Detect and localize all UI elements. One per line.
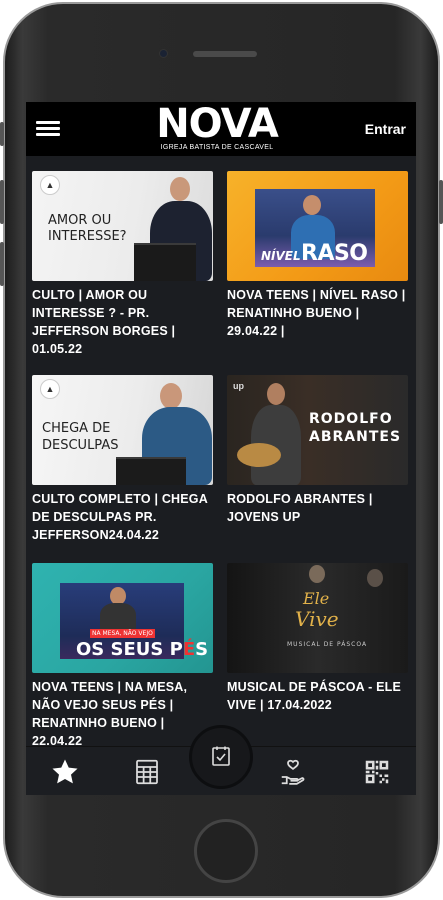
video-card[interactable]: NA MESA, NÃO VEJO OS SEUS PÉS NOVA TEENS… bbox=[32, 563, 213, 746]
thumbnail-text: AMOR OU INTERESSE? bbox=[48, 213, 127, 244]
pulpit bbox=[116, 457, 186, 485]
video-thumbnail: NA MESA, NÃO VEJO OS SEUS PÉS bbox=[32, 563, 213, 673]
pulpit bbox=[134, 243, 196, 281]
ministry-logo-icon: up bbox=[233, 381, 244, 391]
video-thumbnail: NÍVEL RASO bbox=[227, 171, 408, 281]
speaker-head bbox=[170, 177, 190, 201]
thumbnail-text-small: NÍVEL bbox=[261, 249, 301, 263]
checklist-button[interactable] bbox=[189, 725, 253, 789]
star-icon[interactable] bbox=[50, 757, 80, 787]
video-card[interactable]: up RODOLFO ABRANTES RODOLFO ABRANTES | J… bbox=[227, 375, 408, 526]
church-logo[interactable]: NOVA IGREJA BATISTA DE CASCAVEL bbox=[152, 104, 282, 154]
app-screen: NOVA IGREJA BATISTA DE CASCAVEL Entrar ▲… bbox=[26, 102, 416, 795]
singer-head bbox=[309, 565, 325, 583]
video-card[interactable]: ▲ CHEGA DE DESCULPAS CULTO COMPLETO | CH… bbox=[32, 375, 213, 544]
video-thumbnail: ▲ AMOR OU INTERESSE? bbox=[32, 171, 213, 281]
video-title: RODOLFO ABRANTES | JOVENS UP bbox=[227, 492, 373, 524]
earpiece-speaker bbox=[193, 51, 257, 57]
thumbnail-text-part: OS SEUS P bbox=[76, 639, 183, 660]
church-badge-icon: ▲ bbox=[40, 175, 60, 195]
singer-head bbox=[367, 569, 383, 587]
logo-subtitle: IGREJA BATISTA DE CASCAVEL bbox=[160, 144, 274, 151]
bottom-navigation bbox=[26, 725, 416, 795]
speaker-head bbox=[303, 195, 321, 215]
thumbnail-text-line1: CHEGA DE bbox=[42, 421, 111, 436]
qr-code-icon[interactable] bbox=[362, 757, 392, 787]
thumbnail-text-line2: ABRANTES bbox=[309, 429, 402, 445]
thumbnail-text-line1: RODOLFO bbox=[309, 411, 393, 427]
phone-volume-down-button bbox=[0, 242, 4, 286]
thumbnail-text-accent: É bbox=[182, 639, 196, 660]
singer-head bbox=[267, 383, 285, 405]
app-header: NOVA IGREJA BATISTA DE CASCAVEL Entrar bbox=[26, 102, 416, 156]
thumbnail-text-part: S bbox=[195, 639, 209, 660]
donate-hand-icon[interactable] bbox=[278, 757, 308, 787]
thumbnail-text-line2: Vive bbox=[295, 607, 339, 631]
video-title: MUSICAL DE PÁSCOA - ELE VIVE | 17.04.202… bbox=[227, 680, 402, 712]
video-thumbnail: ▲ CHEGA DE DESCULPAS bbox=[32, 375, 213, 485]
thumbnail-text-line2: DESCULPAS bbox=[42, 438, 119, 453]
checklist-icon bbox=[209, 744, 233, 773]
video-thumbnail: Ele Vive MUSICAL DE PÁSCOA bbox=[227, 563, 408, 673]
video-card[interactable]: NÍVEL RASO NOVA TEENS | NÍVEL RASO | REN… bbox=[227, 171, 408, 340]
calendar-grid-icon[interactable] bbox=[132, 757, 162, 787]
guitar bbox=[237, 443, 281, 467]
login-link[interactable]: Entrar bbox=[365, 121, 406, 137]
video-title: NOVA TEENS | NA MESA, NÃO VEJO SEUS PÉS … bbox=[32, 680, 188, 746]
video-grid: ▲ AMOR OU INTERESSE? CULTO | AMOR OU INT… bbox=[26, 156, 416, 746]
thumbnail-text-line1: NA MESA, NÃO VEJO bbox=[90, 629, 155, 638]
phone-power-button bbox=[439, 180, 443, 224]
thumbnail-text-line2: OS SEUS PÉS bbox=[76, 639, 208, 660]
video-title: CULTO COMPLETO | CHEGA DE DESCULPAS PR. … bbox=[32, 492, 208, 542]
menu-icon[interactable] bbox=[36, 121, 60, 137]
video-card[interactable]: Ele Vive MUSICAL DE PÁSCOA MUSICAL DE PÁ… bbox=[227, 563, 408, 714]
church-badge-icon: ▲ bbox=[40, 379, 60, 399]
video-card[interactable]: ▲ AMOR OU INTERESSE? CULTO | AMOR OU INT… bbox=[32, 171, 213, 358]
thumbnail-text-line1: Ele bbox=[303, 589, 330, 608]
video-thumbnail: up RODOLFO ABRANTES bbox=[227, 375, 408, 485]
phone-silent-switch bbox=[0, 122, 4, 146]
logo-text: NOVA bbox=[156, 102, 279, 147]
home-button[interactable] bbox=[194, 819, 258, 883]
thumbnail-text-line3: MUSICAL DE PÁSCOA bbox=[287, 641, 368, 648]
video-title: NOVA TEENS | NÍVEL RASO | RENATINHO BUEN… bbox=[227, 288, 406, 338]
front-camera bbox=[159, 49, 168, 58]
video-title: CULTO | AMOR OU INTERESSE ? - PR. JEFFER… bbox=[32, 288, 176, 356]
thumbnail-text-large: RASO bbox=[301, 241, 368, 266]
speaker-head bbox=[160, 383, 182, 409]
phone-volume-up-button bbox=[0, 180, 4, 224]
